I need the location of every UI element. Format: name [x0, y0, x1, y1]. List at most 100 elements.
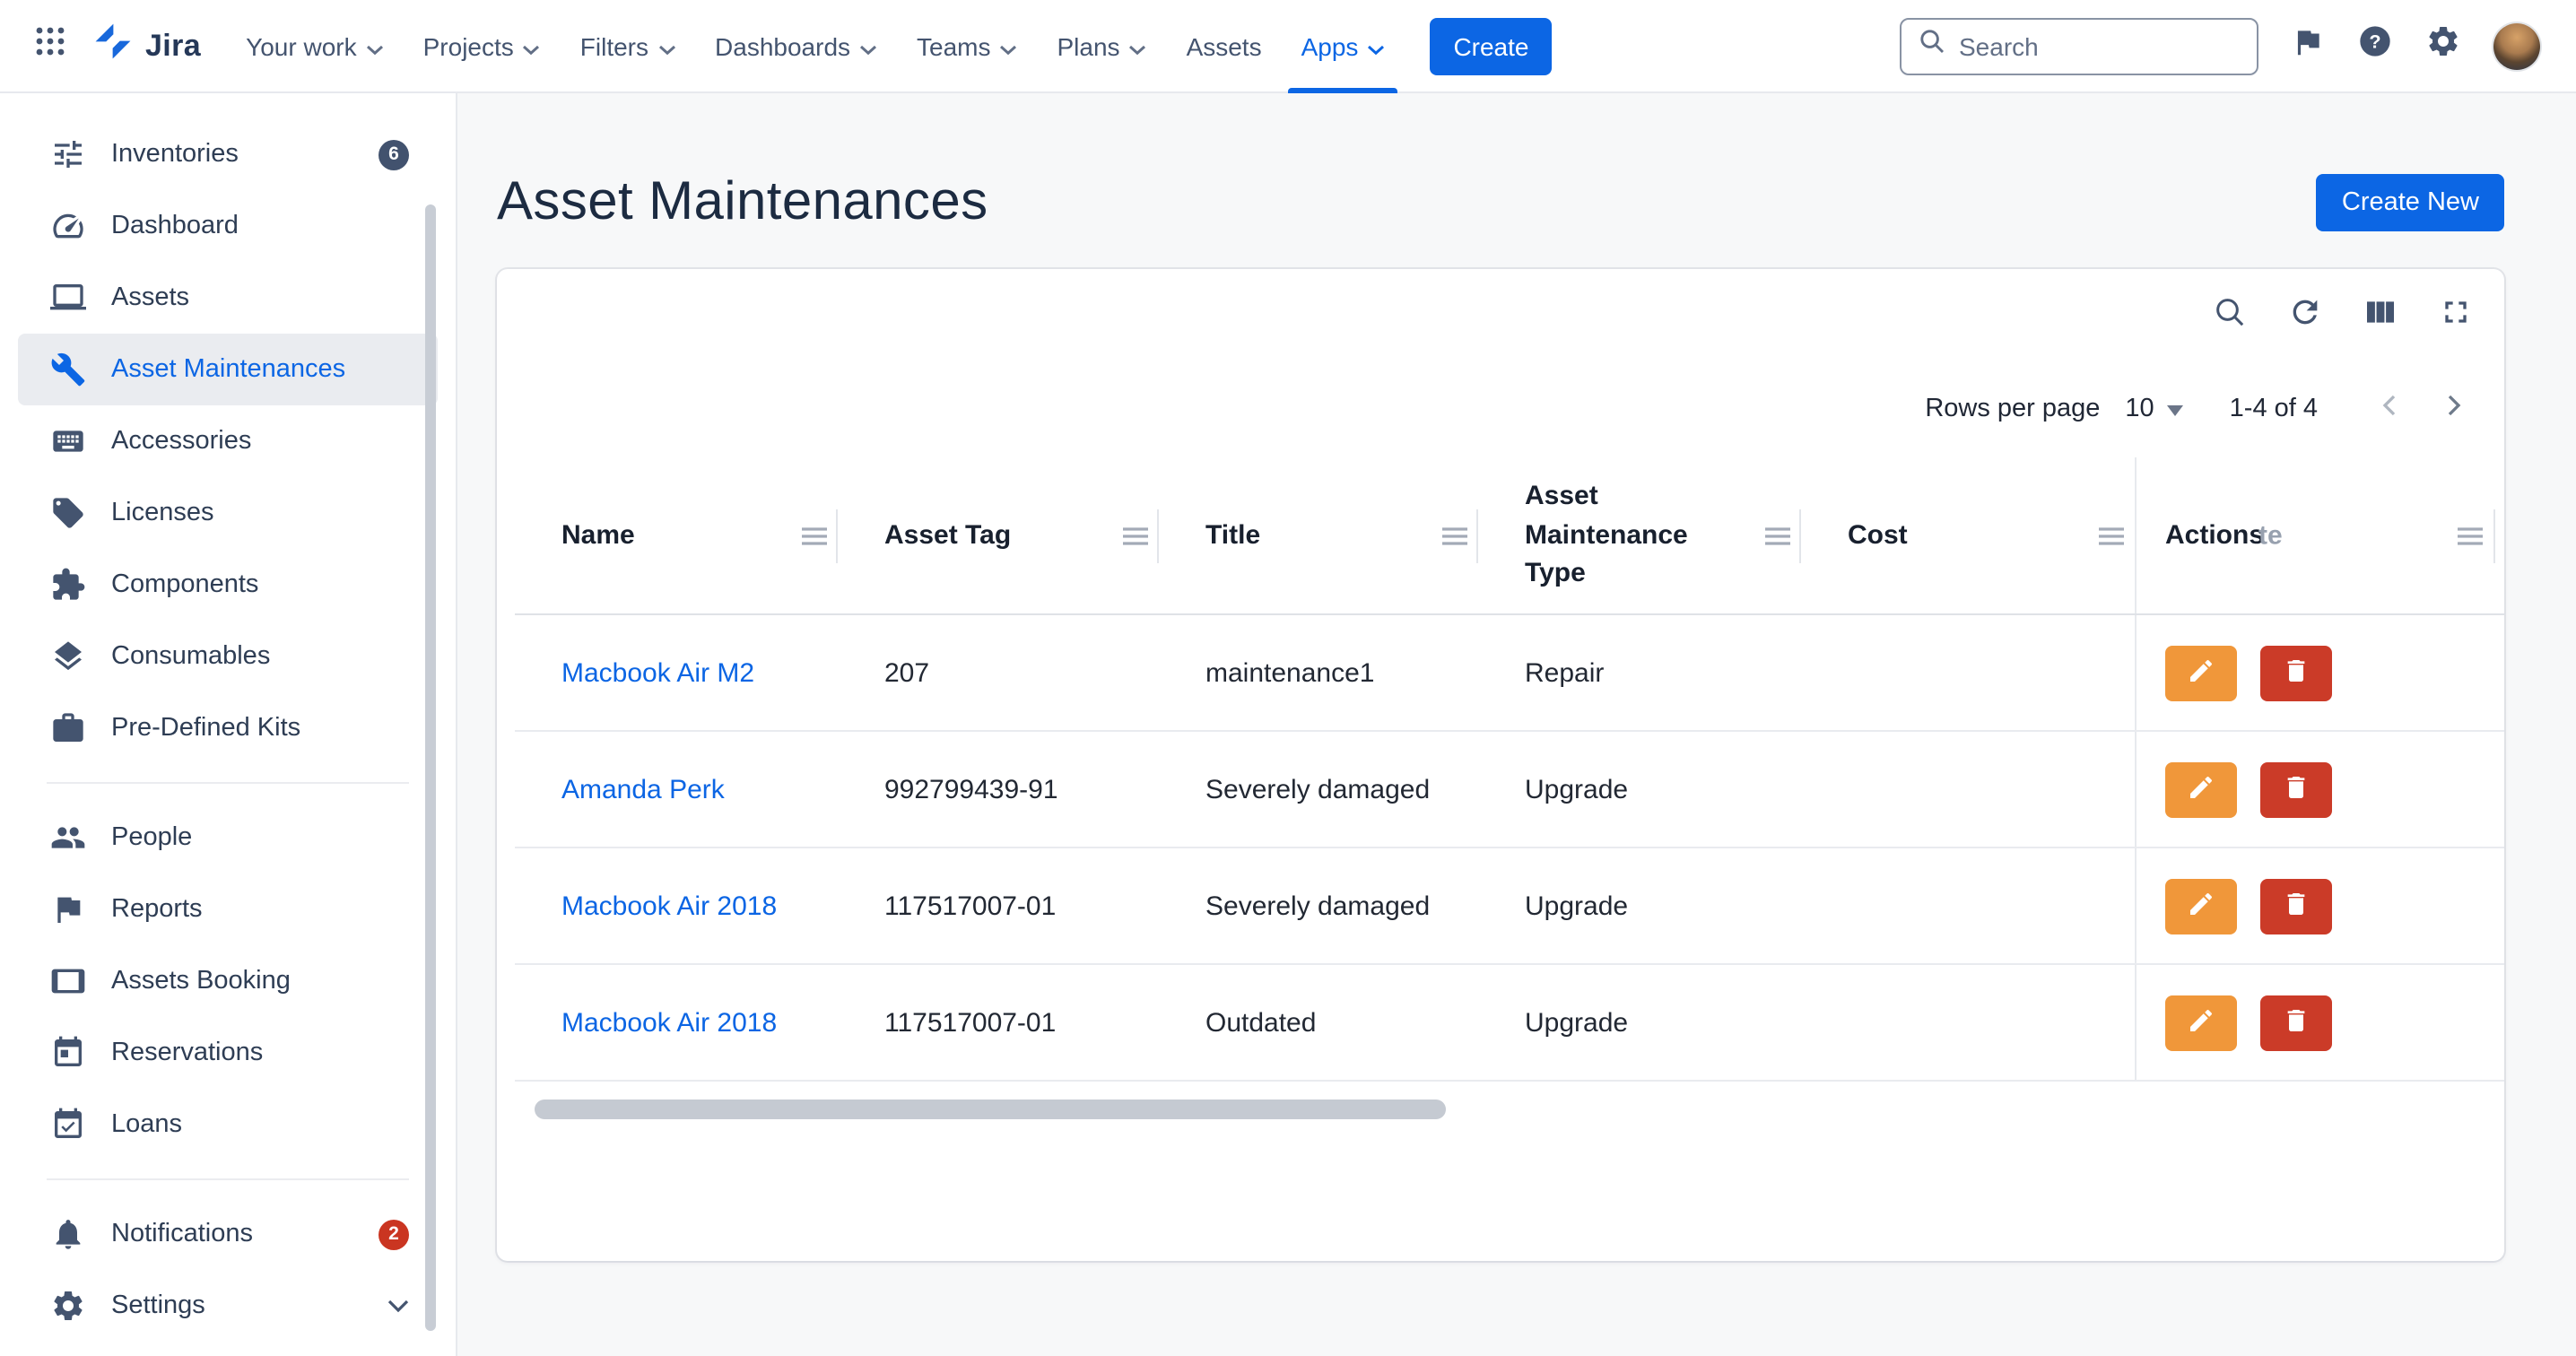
sidebar-item-consumables[interactable]: Consumables	[18, 621, 438, 692]
column-header-actions[interactable]: Actions te	[2135, 457, 2504, 613]
toolbox-icon	[50, 710, 86, 746]
table-header-row: Name Asset Tag Title	[515, 457, 2504, 615]
search-input[interactable]	[1959, 31, 2241, 60]
create-new-button[interactable]: Create New	[2317, 174, 2504, 231]
sidebar-item-components[interactable]: Components	[18, 549, 438, 621]
nav-item-apps[interactable]: Apps	[1282, 0, 1405, 92]
sidebar-item-loans[interactable]: Loans	[18, 1089, 438, 1160]
column-header-asset-maintenance-type[interactable]: Asset Maintenance Type	[1478, 457, 1801, 613]
svg-text:?: ?	[2369, 30, 2380, 53]
edit-button[interactable]	[2165, 878, 2237, 934]
sidebar-item-reports[interactable]: Reports	[18, 874, 438, 945]
delete-button[interactable]	[2260, 995, 2332, 1050]
cost-cell	[1801, 732, 2135, 847]
sidebar-item-inventories[interactable]: Inventories 6	[18, 118, 438, 190]
caret-down-icon	[2167, 394, 2183, 422]
app-switcher-button[interactable]	[22, 17, 79, 74]
table-refresh-button[interactable]	[2285, 294, 2325, 334]
column-header-title[interactable]: Title	[1159, 457, 1478, 613]
chevron-down-icon	[1367, 31, 1385, 60]
column-resize-handle-icon[interactable]	[1442, 526, 1467, 545]
settings-button[interactable]	[2425, 23, 2461, 68]
rows-per-page-label: Rows per page	[1925, 394, 2100, 422]
nav-item-assets[interactable]: Assets	[1167, 0, 1282, 92]
edit-button[interactable]	[2165, 645, 2237, 700]
column-resize-handle-icon[interactable]	[1765, 526, 1790, 545]
table-search-button[interactable]	[2210, 294, 2250, 334]
sidebar-item-people[interactable]: People	[18, 802, 438, 874]
pencil-icon	[2187, 1005, 2215, 1039]
laptop-icon	[50, 280, 86, 316]
asset-tag-cell: 207	[838, 615, 1159, 730]
table-columns-button[interactable]	[2361, 294, 2400, 334]
flag-icon	[50, 891, 86, 927]
asset-name-link[interactable]: Macbook Air 2018	[561, 1007, 777, 1038]
sidebar-item-dashboard[interactable]: Dashboard	[18, 190, 438, 262]
asset-name-link[interactable]: Amanda Perk	[561, 774, 725, 804]
jira-logo[interactable]: Jira	[93, 22, 201, 70]
horizontal-scrollbar[interactable]	[535, 1100, 1446, 1119]
sidebar-item-assets-booking[interactable]: Assets Booking	[18, 945, 438, 1017]
previous-page-button[interactable]	[2371, 387, 2407, 429]
trash-icon	[2282, 1005, 2311, 1039]
nav-item-dashboards[interactable]: Dashboards	[695, 0, 897, 92]
sidebar-item-settings[interactable]: Settings	[18, 1270, 438, 1342]
global-search[interactable]	[1900, 17, 2258, 74]
nav-item-plans[interactable]: Plans	[1038, 0, 1167, 92]
pencil-icon	[2187, 656, 2215, 690]
edit-button[interactable]	[2165, 995, 2237, 1050]
column-resize-handle-icon[interactable]	[2458, 526, 2483, 545]
delete-button[interactable]	[2260, 645, 2332, 700]
jira-logo-text: Jira	[145, 28, 201, 64]
table-row[interactable]: Macbook Air M2 207 maintenance1 Repair	[515, 615, 2504, 732]
delete-button[interactable]	[2260, 878, 2332, 934]
sidebar-item-accessories[interactable]: Accessories	[18, 405, 438, 477]
table-row[interactable]: Macbook Air 2018 117517007-01 Severely d…	[515, 848, 2504, 965]
trash-icon	[2282, 656, 2311, 690]
asset-name-link[interactable]: Macbook Air 2018	[561, 891, 777, 921]
edit-button[interactable]	[2165, 761, 2237, 817]
table-toolbar	[497, 269, 2504, 334]
sidebar-item-assets[interactable]: Assets	[18, 262, 438, 334]
columns-icon	[2363, 293, 2398, 335]
column-header-name[interactable]: Name	[515, 457, 838, 613]
column-resize-handle-icon[interactable]	[802, 526, 827, 545]
gear-icon	[2425, 23, 2461, 68]
search-icon	[1918, 27, 1946, 65]
sidebar-item-asset-maintenances[interactable]: Asset Maintenances	[18, 334, 438, 405]
nav-item-projects[interactable]: Projects	[404, 0, 561, 92]
chevron-down-icon	[523, 31, 541, 60]
chevron-left-icon	[2371, 387, 2407, 429]
sliders-icon	[50, 136, 86, 172]
sidebar-scrollbar[interactable]	[425, 204, 436, 1331]
column-resize-handle-icon[interactable]	[2099, 526, 2124, 545]
sidebar-item-licenses[interactable]: Licenses	[18, 477, 438, 549]
count-badge: 6	[379, 139, 409, 170]
nav-item-teams[interactable]: Teams	[897, 0, 1037, 92]
table-fullscreen-button[interactable]	[2436, 294, 2476, 334]
sidebar-item-notifications[interactable]: Notifications 2	[18, 1198, 438, 1270]
rows-per-page-select[interactable]: 10	[2125, 394, 2182, 422]
sidebar-item-pre-defined-kits[interactable]: Pre-Defined Kits	[18, 692, 438, 764]
avatar[interactable]	[2493, 22, 2540, 69]
help-button[interactable]: ?	[2357, 23, 2393, 68]
create-button[interactable]: Create	[1430, 17, 1552, 74]
asset-name-link[interactable]: Macbook Air M2	[561, 657, 754, 688]
next-page-button[interactable]	[2436, 387, 2472, 429]
column-resize-handle-icon[interactable]	[1123, 526, 1148, 545]
column-header-asset-tag[interactable]: Asset Tag	[838, 457, 1159, 613]
column-header-cost[interactable]: Cost	[1801, 457, 2135, 613]
title-cell: maintenance1	[1159, 615, 1478, 730]
notification-badge: 2	[379, 1219, 409, 1249]
nav-item-filters[interactable]: Filters	[561, 0, 695, 92]
table-row[interactable]: Amanda Perk 992799439-91 Severely damage…	[515, 732, 2504, 848]
wrench-icon	[50, 352, 86, 387]
table-row[interactable]: Macbook Air 2018 117517007-01 Outdated U…	[515, 965, 2504, 1082]
chevron-right-icon	[2436, 387, 2472, 429]
nav-item-your-work[interactable]: Your work	[226, 0, 404, 92]
sidebar-item-reservations[interactable]: Reservations	[18, 1017, 438, 1089]
delete-button[interactable]	[2260, 761, 2332, 817]
announcements-button[interactable]	[2291, 24, 2325, 67]
trash-icon	[2282, 772, 2311, 806]
maintenance-type-cell: Upgrade	[1478, 848, 1801, 963]
